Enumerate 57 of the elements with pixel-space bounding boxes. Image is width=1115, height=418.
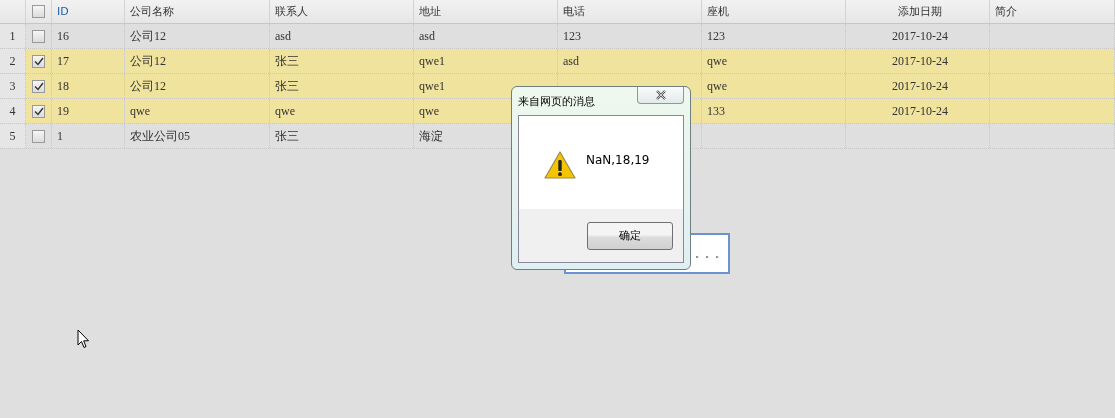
column-header[interactable]: 地址	[419, 4, 441, 19]
table-cell: qwe1	[419, 53, 445, 69]
column-header[interactable]: 公司名称	[130, 4, 174, 19]
row-number: 5	[9, 128, 16, 144]
ok-button[interactable]: 确定	[587, 221, 673, 250]
table-cell: qwe	[707, 53, 727, 69]
loading-text: 。。。	[695, 246, 725, 261]
close-button[interactable]	[637, 87, 684, 104]
table-cell: 农业公司05	[130, 127, 190, 145]
column-header[interactable]: ID	[57, 5, 69, 18]
table-cell: asd	[563, 53, 579, 69]
table-cell: 19	[57, 103, 69, 119]
table-cell: 2017-10-24	[892, 53, 948, 69]
table-cell: 2017-10-24	[892, 103, 948, 119]
dialog-title: 来自网页的消息	[518, 94, 595, 109]
table-cell: 公司12	[130, 52, 166, 70]
table-cell: 张三	[275, 52, 299, 70]
select-all-checkbox[interactable]	[32, 5, 45, 18]
table-cell: asd	[275, 28, 291, 44]
table-cell: qwe	[707, 78, 727, 94]
table-cell: 123	[707, 28, 725, 44]
table-cell: 2017-10-24	[892, 78, 948, 94]
table-cell: qwe	[419, 103, 439, 119]
mouse-cursor-icon	[77, 329, 90, 349]
row-checkbox[interactable]	[32, 79, 45, 93]
table-cell: 公司12	[130, 77, 166, 95]
table-cell: 123	[563, 28, 581, 44]
table-cell: 张三	[275, 127, 299, 145]
row-number: 4	[9, 103, 16, 119]
row-checkbox[interactable]	[32, 129, 45, 143]
close-icon	[653, 90, 668, 100]
table-cell: 1	[57, 128, 63, 144]
table-cell: qwe1	[419, 78, 445, 94]
warning-icon	[544, 150, 576, 179]
table-cell: asd	[419, 28, 435, 44]
column-header[interactable]: 添加日期	[898, 4, 942, 19]
column-header[interactable]: 座机	[707, 4, 729, 19]
table-cell: 2017-10-24	[892, 28, 948, 44]
table-cell: 张三	[275, 77, 299, 95]
column-header[interactable]: 联系人	[275, 4, 308, 19]
table-cell: 17	[57, 53, 69, 69]
row-number: 3	[9, 78, 16, 94]
table-cell: 18	[57, 78, 69, 94]
row-number: 1	[9, 28, 16, 44]
table-cell: 公司12	[130, 27, 166, 45]
table-cell: qwe	[130, 103, 150, 119]
table-cell: qwe	[275, 103, 295, 119]
dialog-message: NaN,18,19	[586, 152, 650, 167]
row-checkbox[interactable]	[32, 29, 45, 43]
table-cell: 海淀	[419, 127, 443, 145]
row-checkbox[interactable]	[32, 54, 45, 68]
table-cell: 133	[707, 103, 725, 119]
row-checkbox[interactable]	[32, 104, 45, 118]
row-number: 2	[9, 53, 16, 69]
table-cell: 16	[57, 28, 69, 44]
column-header[interactable]: 简介	[995, 4, 1017, 19]
column-header[interactable]: 电话	[563, 4, 585, 19]
